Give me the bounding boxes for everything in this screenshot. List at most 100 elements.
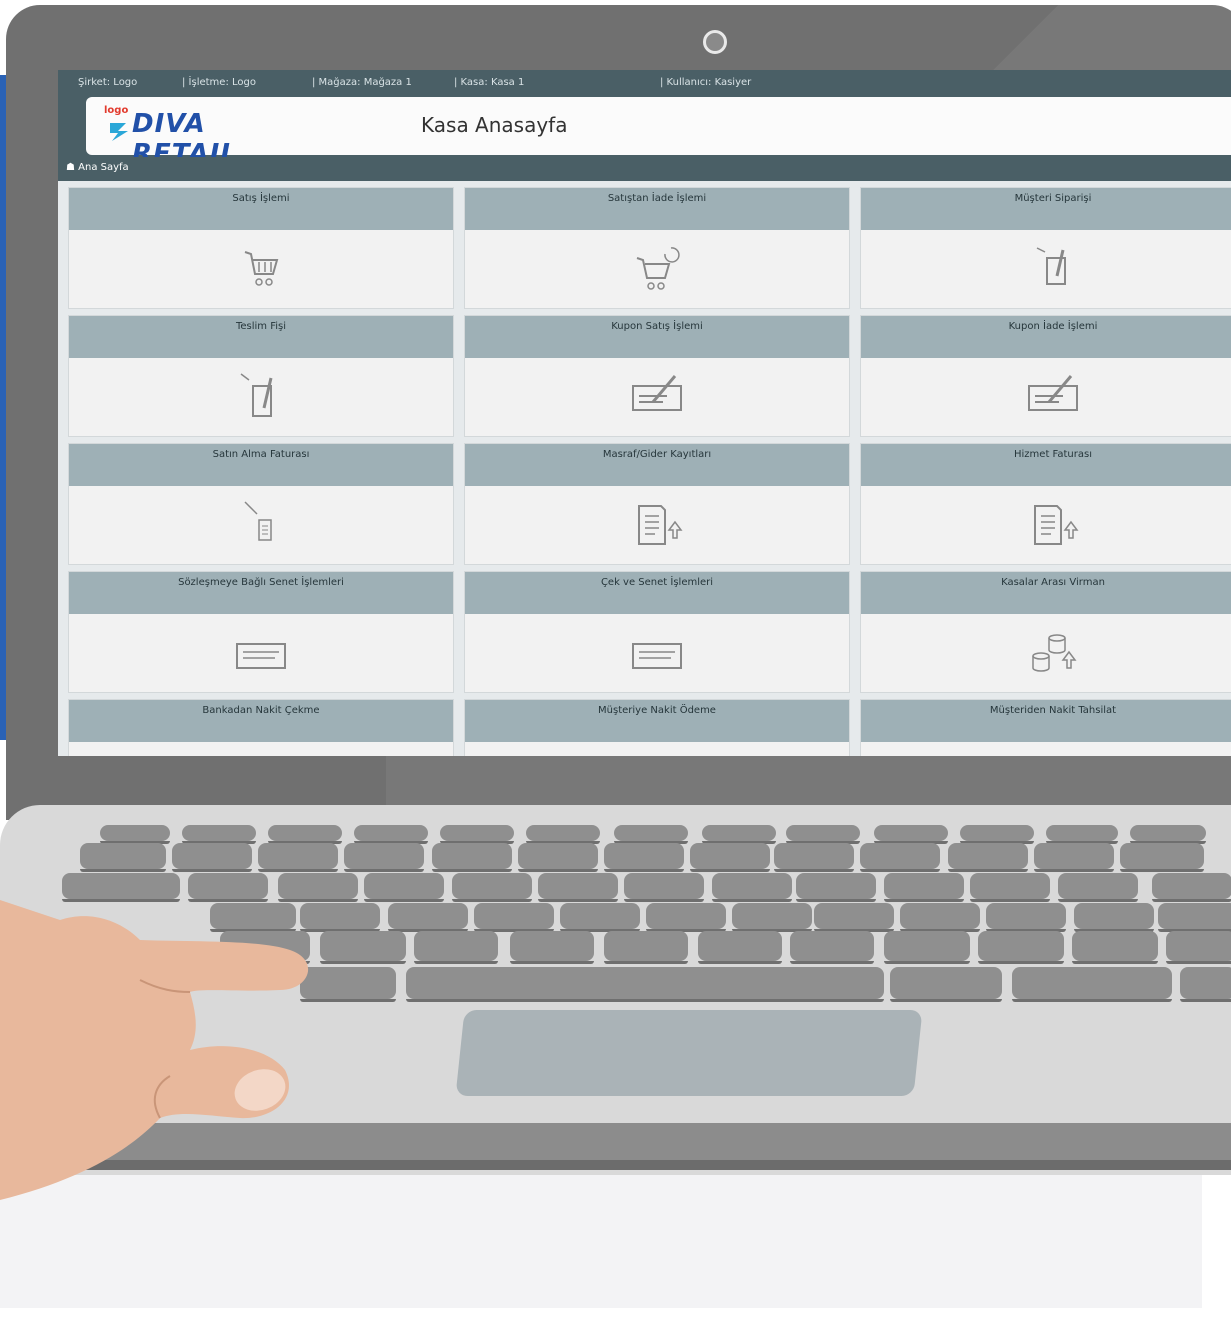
key[interactable] [786, 825, 860, 844]
key[interactable] [814, 903, 894, 932]
key[interactable] [258, 843, 338, 872]
service-invoice-icon [1034, 505, 1079, 545]
key[interactable] [560, 903, 640, 932]
tile-kasalar-arasi-virman[interactable]: Kasalar Arası Virman [860, 571, 1231, 693]
key[interactable] [1158, 903, 1231, 932]
key[interactable] [948, 843, 1028, 872]
tile-masraf-gider[interactable]: Masraf/Gider Kayıtları [464, 443, 850, 565]
status-user: | Kullanıcı: Kasiyer [660, 77, 752, 88]
order-icon [1036, 247, 1066, 285]
key[interactable] [884, 931, 970, 964]
status-business: | İşletme: Logo [182, 77, 256, 88]
key[interactable] [978, 931, 1064, 964]
key[interactable] [790, 931, 874, 964]
tile-kupon-satis[interactable]: Kupon Satış İşlemi [464, 315, 850, 437]
key[interactable] [364, 873, 444, 902]
tile-musteriye-nakit-odeme[interactable]: Müşteriye Nakit Ödeme [464, 699, 850, 756]
key[interactable] [604, 931, 688, 964]
breadcrumb-home[interactable]: ☗ Ana Sayfa [66, 157, 129, 179]
key[interactable] [732, 903, 812, 932]
key[interactable] [860, 843, 940, 872]
key[interactable] [712, 873, 792, 902]
key[interactable] [388, 903, 468, 932]
key[interactable] [440, 825, 514, 844]
key[interactable] [182, 825, 256, 844]
logo-arrow-icon [110, 123, 128, 141]
key[interactable] [518, 843, 598, 872]
logo-small-text: logo [104, 105, 129, 116]
tile-satis-islemi[interactable]: Satış İşlemi [68, 187, 454, 309]
key[interactable] [1130, 825, 1206, 844]
key[interactable] [452, 873, 532, 902]
transfer-icon [1032, 634, 1077, 672]
coupon-icon [632, 375, 682, 411]
key[interactable] [698, 931, 782, 964]
status-company: Şirket: Logo [78, 77, 138, 88]
key[interactable] [702, 825, 776, 844]
app-screen: Şirket: Logo | İşletme: Logo | Mağaza: M… [58, 70, 1231, 756]
tile-kupon-iade[interactable]: Kupon İade İşlemi [860, 315, 1231, 437]
key[interactable] [890, 967, 1002, 1002]
key[interactable] [300, 967, 396, 1002]
tile-teslim-fisi[interactable]: Teslim Fişi [68, 315, 454, 437]
key[interactable] [960, 825, 1034, 844]
key[interactable] [268, 825, 342, 844]
key[interactable] [100, 825, 170, 844]
key[interactable] [690, 843, 770, 872]
tile-title: Sözleşmeye Bağlı Senet İşlemleri [69, 572, 453, 614]
key[interactable] [624, 873, 704, 902]
key[interactable] [796, 873, 876, 902]
key[interactable] [320, 931, 406, 964]
key[interactable] [1152, 873, 1231, 902]
tile-cek-ve-senet[interactable]: Çek ve Senet İşlemleri [464, 571, 850, 693]
key[interactable] [1058, 873, 1138, 902]
key[interactable] [474, 903, 554, 932]
key[interactable] [80, 843, 166, 872]
page-title: Kasa Anasayfa [421, 113, 568, 137]
key[interactable] [1034, 843, 1114, 872]
tile-title: Satıştan İade İşlemi [465, 188, 849, 230]
key[interactable] [432, 843, 512, 872]
key[interactable] [354, 825, 428, 844]
touchpad[interactable] [455, 1010, 923, 1096]
tile-title: Kasalar Arası Virman [861, 572, 1231, 614]
tile-musteri-siparisi[interactable]: Müşteri Siparişi [860, 187, 1231, 309]
key[interactable] [1012, 967, 1172, 1002]
key[interactable] [510, 931, 594, 964]
key[interactable] [774, 843, 854, 872]
key[interactable] [646, 903, 726, 932]
app-header: logo DIVA RETAIL Kasa Anasayfa [58, 95, 1231, 169]
note-icon [236, 643, 286, 669]
tile-hizmet-faturasi[interactable]: Hizmet Faturası [860, 443, 1231, 565]
key[interactable] [900, 903, 980, 932]
key[interactable] [1072, 931, 1158, 964]
app-logo[interactable]: logo DIVA RETAIL [104, 105, 304, 169]
key[interactable] [614, 825, 688, 844]
key[interactable] [604, 843, 684, 872]
key[interactable] [300, 903, 380, 932]
key[interactable] [1074, 903, 1154, 932]
key[interactable] [1166, 931, 1231, 964]
key[interactable] [414, 931, 498, 964]
key[interactable] [1120, 843, 1204, 872]
tile-title: Satın Alma Faturası [69, 444, 453, 486]
tile-title: Müşteriye Nakit Ödeme [465, 700, 849, 742]
tile-title: Kupon Satış İşlemi [465, 316, 849, 358]
key[interactable] [986, 903, 1066, 932]
key[interactable] [970, 873, 1050, 902]
key[interactable] [1046, 825, 1118, 844]
expense-icon [638, 505, 683, 545]
key[interactable] [1180, 967, 1231, 1002]
tile-satistan-iade[interactable]: Satıştan İade İşlemi [464, 187, 850, 309]
tile-musteriden-nakit-tahsilat[interactable]: Müşteriden Nakit Tahsilat [860, 699, 1231, 756]
tile-satin-alma-faturasi[interactable]: Satın Alma Faturası [68, 443, 454, 565]
space-bar-key[interactable] [406, 967, 884, 1002]
key[interactable] [172, 843, 252, 872]
tile-sozlesmeye-bagli-senet[interactable]: Sözleşmeye Bağlı Senet İşlemleri [68, 571, 454, 693]
key[interactable] [538, 873, 618, 902]
key[interactable] [526, 825, 600, 844]
key[interactable] [874, 825, 948, 844]
tile-bankadan-nakit-cekme[interactable]: Bankadan Nakit Çekme [68, 699, 454, 756]
key[interactable] [344, 843, 424, 872]
key[interactable] [884, 873, 964, 902]
